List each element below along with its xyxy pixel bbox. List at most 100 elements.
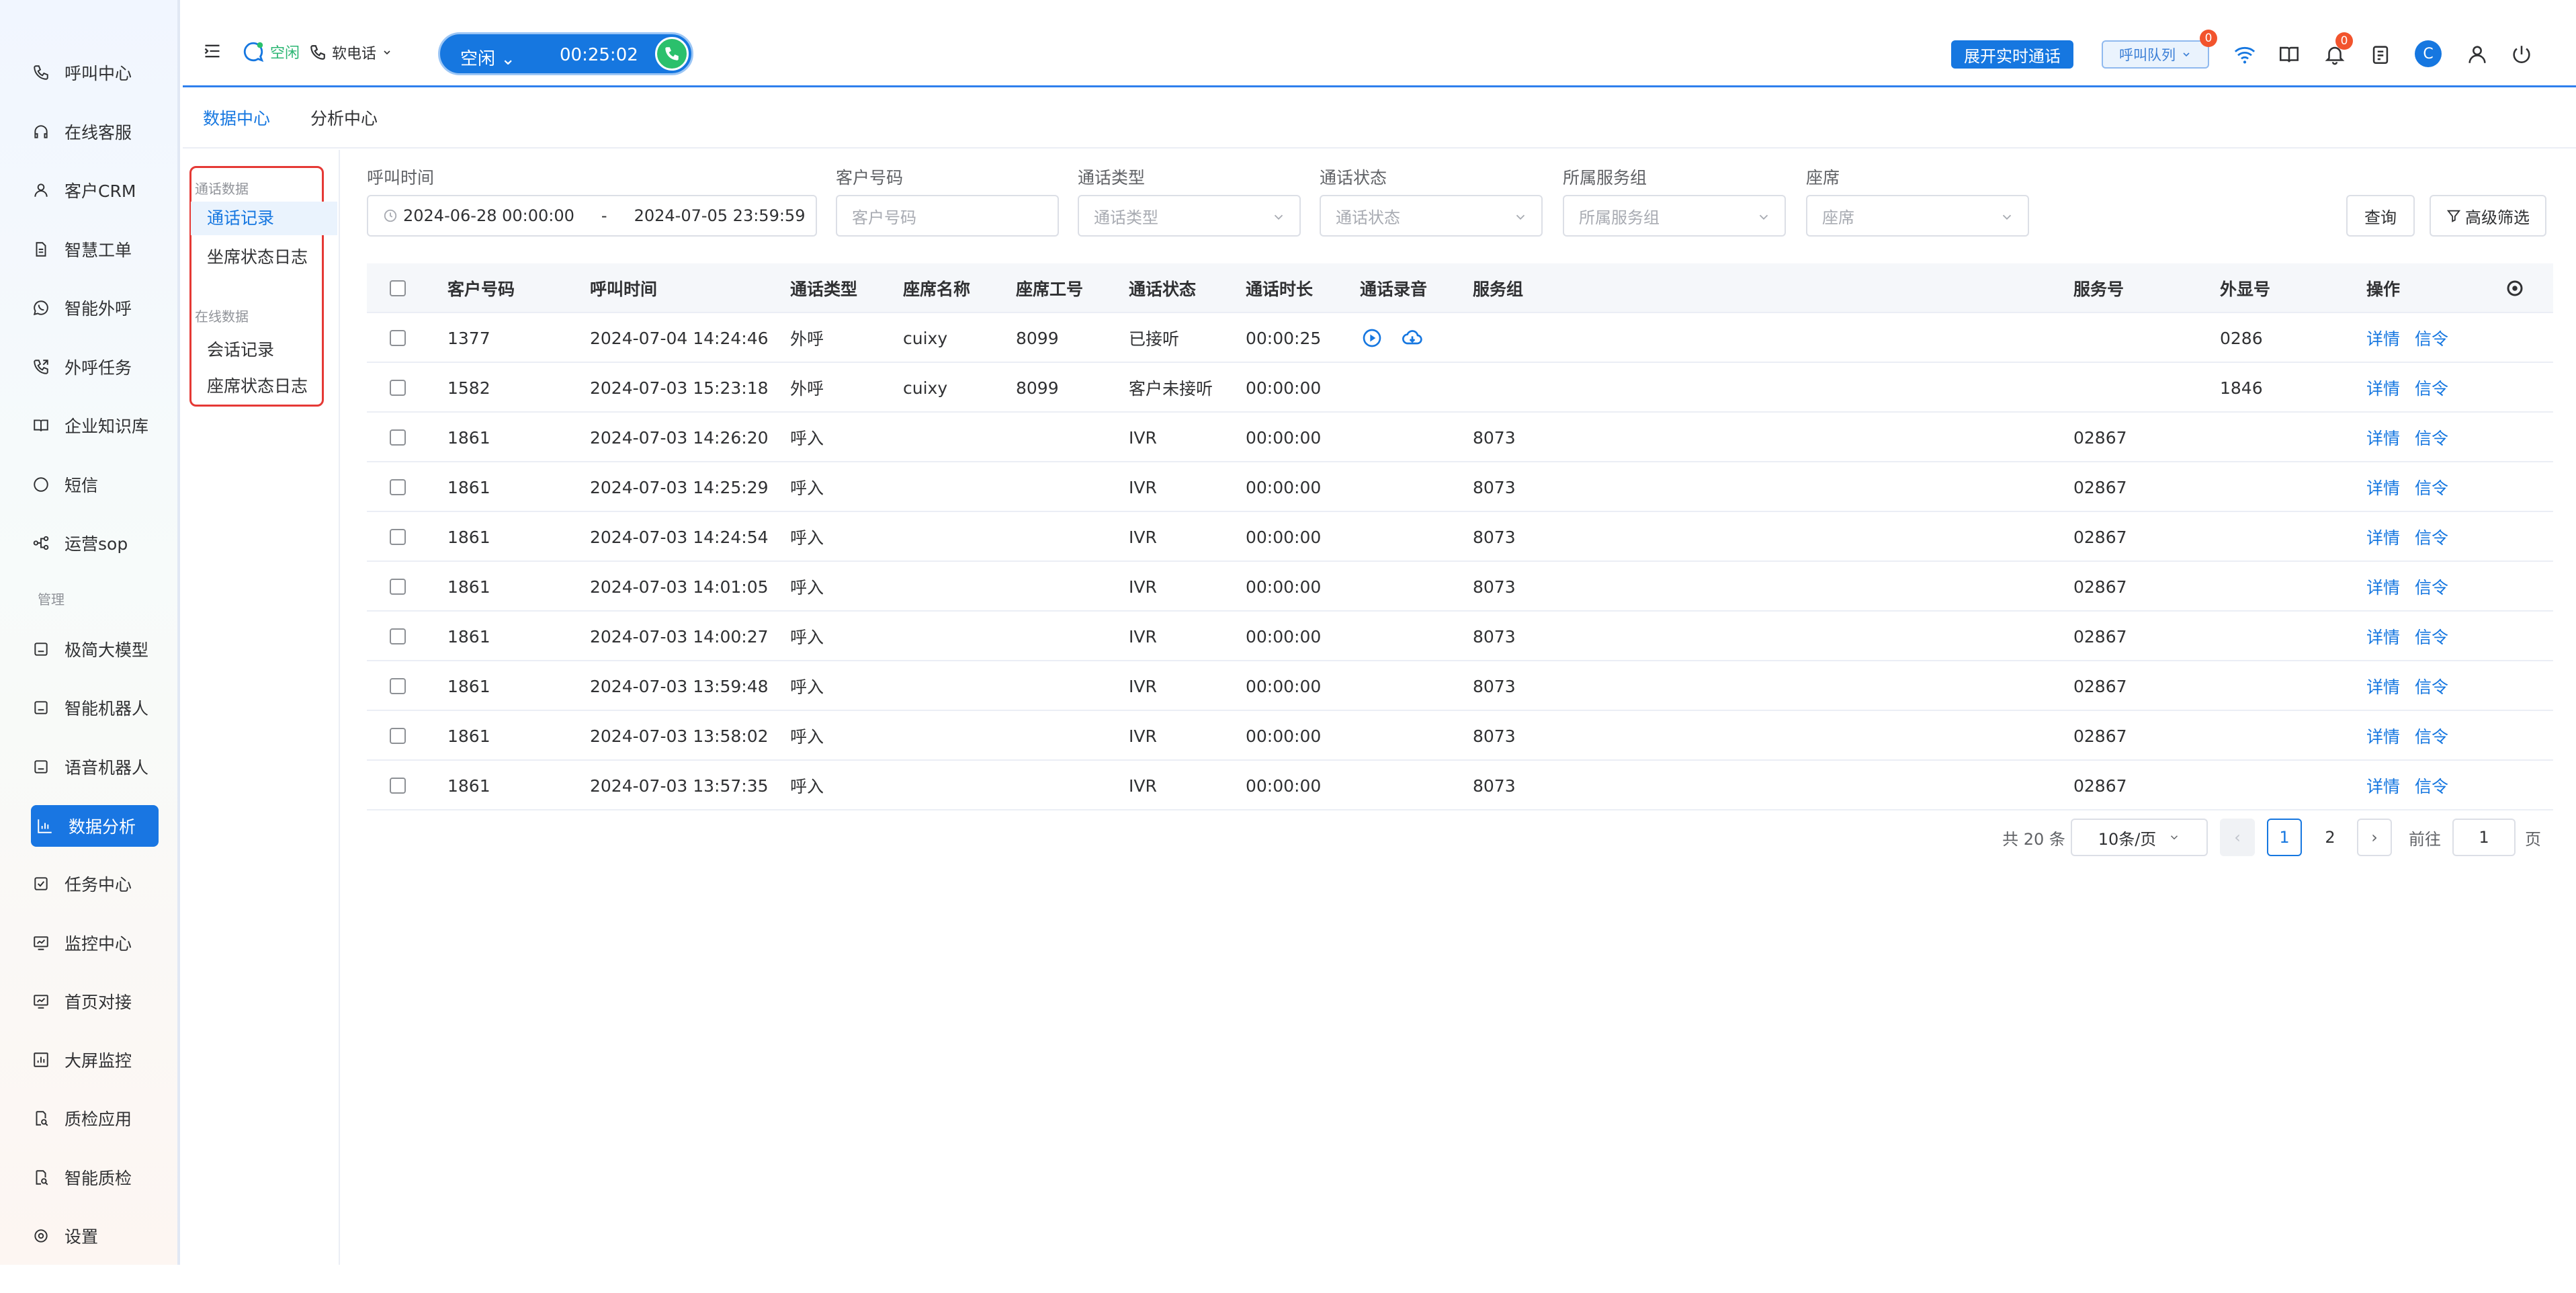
detail-link[interactable]: 详情 <box>2366 326 2400 350</box>
signal-link[interactable]: 信令 <box>2415 475 2448 499</box>
signal-link[interactable]: 信令 <box>2415 425 2448 450</box>
signal-link[interactable]: 信令 <box>2415 525 2448 549</box>
signal-link[interactable]: 信令 <box>2415 724 2448 748</box>
softphone-switch[interactable]: 软电话 <box>309 42 392 63</box>
row-checkbox[interactable] <box>390 678 406 694</box>
sidebar-item-main-7[interactable]: 短信 <box>32 466 160 503</box>
advanced-filter-button[interactable]: 高级筛选 <box>2430 195 2546 237</box>
row-checkbox[interactable] <box>390 778 406 794</box>
next-page-button[interactable]: › <box>2357 819 2392 856</box>
row-checkbox[interactable] <box>390 529 406 545</box>
menu-collapse-icon[interactable] <box>203 42 222 60</box>
sidebar-item-manage-2[interactable]: 语音机器人 <box>32 748 160 786</box>
row-checkbox[interactable] <box>390 579 406 595</box>
call-state-dropdown[interactable]: 空闲 ⌄ <box>460 45 515 70</box>
sidebar-item-main-6[interactable]: 企业知识库 <box>32 407 160 444</box>
row-checkbox[interactable] <box>390 380 406 396</box>
signal-link[interactable]: 信令 <box>2415 326 2448 350</box>
answer-call-button[interactable] <box>655 37 689 71</box>
select-all-checkbox[interactable] <box>390 280 406 296</box>
detail-link[interactable]: 详情 <box>2366 674 2400 698</box>
user-profile-icon[interactable] <box>2466 43 2489 66</box>
tab-analysis-center[interactable]: 分析中心 <box>310 106 378 130</box>
query-button[interactable]: 查询 <box>2346 195 2415 237</box>
sidebar-item-manage-9[interactable]: 智能质检 <box>32 1159 160 1196</box>
sidebar-item-manage-8[interactable]: 质检应用 <box>32 1099 160 1137</box>
signal-link[interactable]: 信令 <box>2415 674 2448 698</box>
date-range-picker[interactable]: 2024-06-28 00:00:00 - 2024-07-05 23:59:5… <box>367 195 817 237</box>
goto-label: 前往 <box>2409 829 2441 849</box>
call-type-select[interactable]: 通话类型 <box>1078 195 1301 237</box>
sidebar-item-manage-1[interactable]: 智能机器人 <box>32 689 160 726</box>
sidebar-item-main-2[interactable]: 客户CRM <box>32 171 160 209</box>
header-duration: 通话时长 <box>1246 280 1314 299</box>
detail-link[interactable]: 详情 <box>2366 525 2400 549</box>
page-2-button[interactable]: 2 <box>2313 819 2348 856</box>
page-size-select[interactable]: 10条/页 <box>2071 819 2208 856</box>
sidebar-item-manage-3[interactable]: 数据分析 <box>31 805 159 847</box>
sidebar-item-main-0[interactable]: 呼叫中心 <box>32 54 160 91</box>
detail-link[interactable]: 详情 <box>2366 425 2400 450</box>
cell-service-no: 02867 <box>2073 477 2127 497</box>
sidebar-item-main-1[interactable]: 在线客服 <box>32 113 160 151</box>
goto-page-input[interactable]: 1 <box>2452 819 2516 856</box>
nav-group-call-data: 通话数据 <box>195 181 249 197</box>
call-queue-dropdown[interactable]: 呼叫队列 <box>2102 40 2209 69</box>
sidebar-item-main-4[interactable]: 智能外呼 <box>32 289 160 327</box>
sidebar-item-main-8[interactable]: 运营sop <box>32 524 160 562</box>
nav-item-seat-status-log[interactable]: 坐席状态日志 <box>207 244 308 268</box>
call-control-pill[interactable]: 空闲 ⌄ 00:25:02 <box>438 32 693 75</box>
realtime-call-button[interactable]: 展开实时通话 <box>1951 40 2073 69</box>
cell-service-no: 02867 <box>2073 527 2127 547</box>
play-icon[interactable] <box>1361 327 1383 349</box>
column-settings-icon[interactable] <box>2505 278 2525 298</box>
avatar[interactable]: C <box>2415 40 2442 67</box>
sidebar-item-main-3[interactable]: 智慧工单 <box>32 231 160 268</box>
row-checkbox[interactable] <box>390 728 406 744</box>
call-status-select[interactable]: 通话状态 <box>1320 195 1543 237</box>
detail-link[interactable]: 详情 <box>2366 475 2400 499</box>
cell-customer: 1582 <box>447 378 490 398</box>
nav-item-call-records[interactable]: 通话记录 <box>191 202 337 235</box>
clipboard-icon[interactable] <box>2369 43 2392 66</box>
document-icon <box>36 241 46 257</box>
sidebar-item-main-5[interactable]: 外呼任务 <box>32 348 160 386</box>
customer-number-input[interactable]: 客户号码 <box>836 195 1059 237</box>
download-icon[interactable] <box>1402 327 1423 349</box>
signal-link[interactable]: 信令 <box>2415 376 2448 400</box>
service-group-label: 所属服务组 <box>1563 168 1647 187</box>
row-checkbox[interactable] <box>390 628 406 644</box>
signal-link[interactable]: 信令 <box>2415 575 2448 599</box>
prev-page-button[interactable]: ‹ <box>2220 819 2255 856</box>
detail-link[interactable]: 详情 <box>2366 774 2400 798</box>
sidebar-item-manage-6[interactable]: 首页对接 <box>32 983 160 1020</box>
detail-link[interactable]: 详情 <box>2366 575 2400 599</box>
sidebar-item-manage-7[interactable]: 大屏监控 <box>32 1041 160 1079</box>
page-suffix: 页 <box>2525 829 2541 849</box>
table-row: 1377 2024-07-04 14:24:46 外呼 cuixy 8099 已接听 00:… <box>367 313 2553 363</box>
signal-link[interactable]: 信令 <box>2415 624 2448 649</box>
detail-link[interactable]: 详情 <box>2366 624 2400 649</box>
cell-group: 8073 <box>1473 527 1516 547</box>
agent-status[interactable]: 空闲 <box>242 40 300 63</box>
signal-link[interactable]: 信令 <box>2415 774 2448 798</box>
row-checkbox[interactable] <box>390 330 406 346</box>
nav-item-session-records[interactable]: 会话记录 <box>207 337 274 361</box>
book-icon[interactable] <box>2278 43 2301 66</box>
page-1-button[interactable]: 1 <box>2267 819 2302 856</box>
nav-item-agent-status-log[interactable]: 座席状态日志 <box>207 373 308 397</box>
detail-link[interactable]: 详情 <box>2366 724 2400 748</box>
power-icon[interactable] <box>2510 43 2533 66</box>
sidebar-item-manage-0[interactable]: 极简大模型 <box>32 630 160 668</box>
sidebar-item-manage-4[interactable]: 任务中心 <box>32 865 160 903</box>
sidebar-item-manage-5[interactable]: 监控中心 <box>32 924 160 962</box>
row-checkbox[interactable] <box>390 429 406 446</box>
service-group-select[interactable]: 所属服务组 <box>1563 195 1786 237</box>
chevron-down-icon <box>1516 214 1525 220</box>
cell-duration: 00:00:00 <box>1246 676 1322 696</box>
detail-link[interactable]: 详情 <box>2366 376 2400 400</box>
row-checkbox[interactable] <box>390 479 406 495</box>
seat-select[interactable]: 座席 <box>1806 195 2029 237</box>
sidebar-item-manage-10[interactable]: 设置 <box>32 1217 160 1255</box>
tab-data-center[interactable]: 数据中心 <box>203 106 270 130</box>
